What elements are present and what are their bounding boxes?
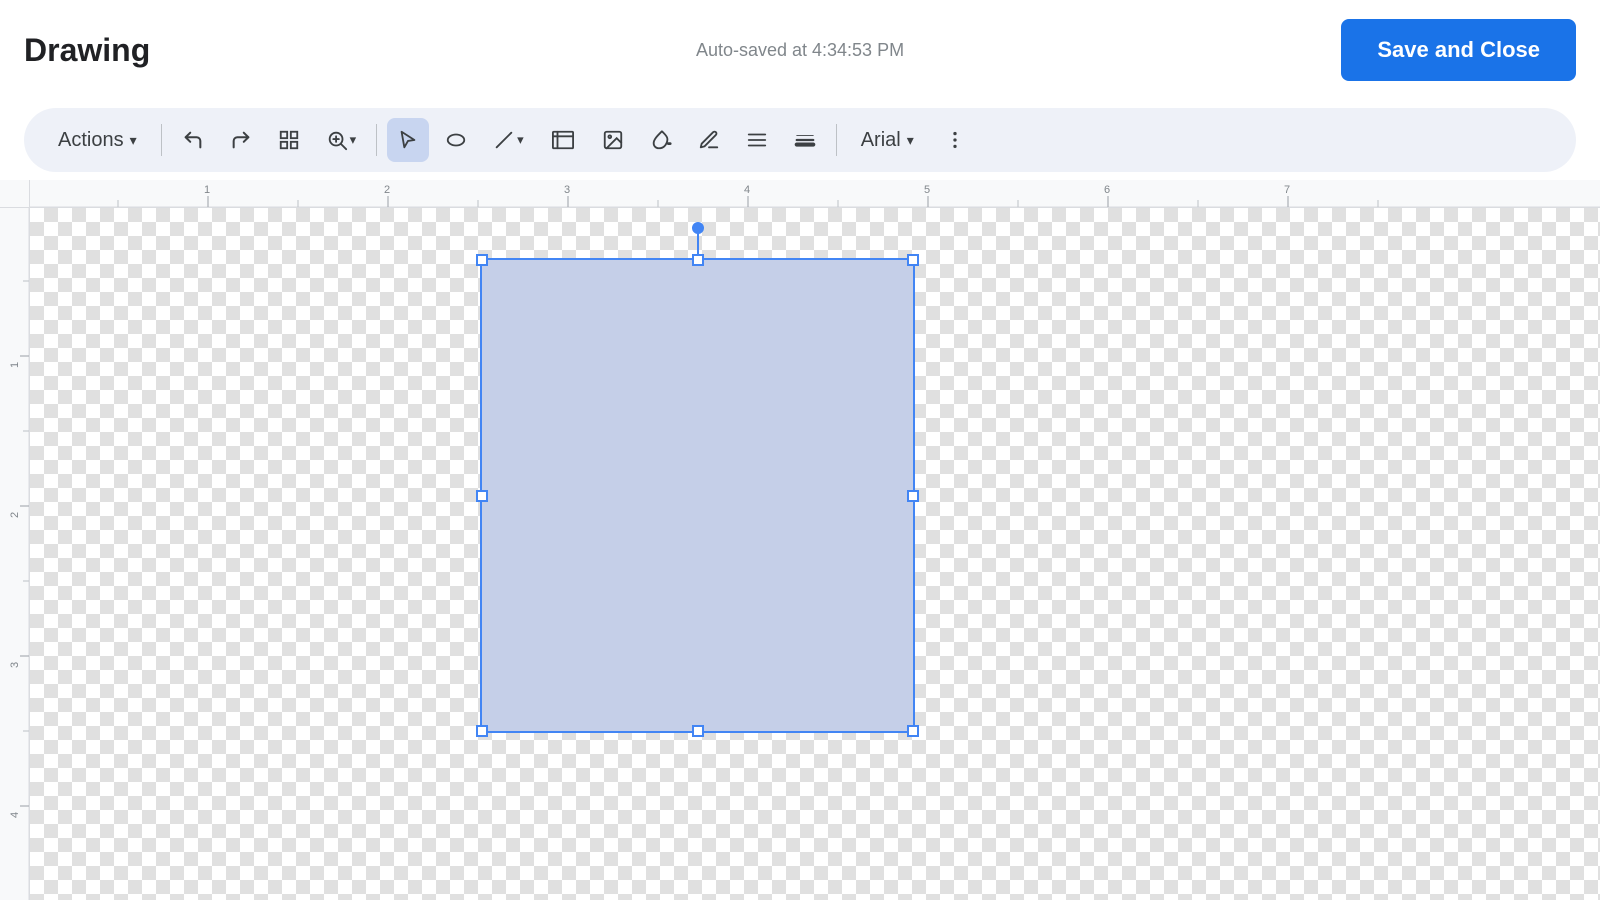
svg-text:2: 2 bbox=[384, 184, 390, 196]
svg-text:7: 7 bbox=[1284, 184, 1290, 196]
divider-1 bbox=[161, 124, 162, 156]
line-weight-button[interactable] bbox=[784, 118, 826, 162]
handle-bottom-right[interactable] bbox=[907, 725, 919, 737]
handle-top-middle[interactable] bbox=[692, 254, 704, 266]
format-icon bbox=[746, 129, 768, 151]
svg-text:3: 3 bbox=[564, 184, 570, 196]
undo-icon bbox=[182, 129, 204, 151]
app-title: Drawing bbox=[24, 32, 150, 69]
zoom-icon bbox=[326, 129, 348, 151]
drawing-canvas[interactable] bbox=[30, 208, 1600, 900]
shape-button[interactable] bbox=[435, 118, 477, 162]
zoom-dropdown-icon: ▾ bbox=[350, 132, 357, 148]
snap-button[interactable] bbox=[268, 118, 310, 162]
handle-bottom-middle[interactable] bbox=[692, 725, 704, 737]
line-icon bbox=[493, 129, 515, 151]
ruler-top-svg: 1 2 3 4 5 6 7 bbox=[30, 180, 1600, 207]
handle-top-right[interactable] bbox=[907, 254, 919, 266]
divider-2 bbox=[376, 124, 377, 156]
zoom-button[interactable]: ▾ bbox=[316, 118, 367, 162]
resize-button[interactable] bbox=[540, 118, 586, 162]
paint-icon bbox=[650, 129, 672, 151]
handle-bottom-left[interactable] bbox=[476, 725, 488, 737]
svg-text:6: 6 bbox=[1104, 184, 1110, 196]
svg-text:4: 4 bbox=[9, 812, 21, 818]
font-label: Arial bbox=[861, 129, 901, 152]
resize-icon bbox=[550, 129, 576, 151]
divider-3 bbox=[836, 124, 837, 156]
line-weight-icon bbox=[794, 129, 816, 151]
svg-text:5: 5 bbox=[924, 184, 930, 196]
line-button[interactable]: ▾ bbox=[483, 118, 534, 162]
pen-button[interactable] bbox=[688, 118, 730, 162]
svg-text:2: 2 bbox=[9, 512, 21, 518]
image-icon bbox=[602, 129, 624, 151]
more-icon bbox=[944, 129, 966, 151]
actions-label: Actions bbox=[58, 129, 124, 152]
font-selector[interactable]: Arial ▾ bbox=[847, 118, 928, 162]
ruler-corner bbox=[0, 180, 30, 208]
handle-top-left[interactable] bbox=[476, 254, 488, 266]
ruler-top: 1 2 3 4 5 6 7 bbox=[30, 180, 1600, 208]
svg-text:4: 4 bbox=[744, 184, 750, 196]
image-button[interactable] bbox=[592, 118, 634, 162]
save-close-button[interactable]: Save and Close bbox=[1341, 19, 1576, 81]
handle-middle-left[interactable] bbox=[476, 490, 488, 502]
select-button[interactable] bbox=[387, 118, 429, 162]
format-button[interactable] bbox=[736, 118, 778, 162]
svg-text:3: 3 bbox=[9, 662, 21, 668]
actions-button[interactable]: Actions ▾ bbox=[44, 118, 151, 162]
svg-text:1: 1 bbox=[9, 362, 21, 368]
font-dropdown-icon: ▾ bbox=[907, 132, 914, 149]
actions-dropdown-icon: ▾ bbox=[130, 132, 137, 149]
redo-button[interactable] bbox=[220, 118, 262, 162]
ruler-left: 1 2 3 4 bbox=[0, 208, 30, 900]
snap-icon bbox=[278, 129, 300, 151]
line-dropdown-icon: ▾ bbox=[517, 132, 524, 148]
redo-icon bbox=[230, 129, 252, 151]
ruler-left-svg: 1 2 3 4 bbox=[0, 208, 30, 900]
svg-text:1: 1 bbox=[204, 184, 210, 196]
paint-button[interactable] bbox=[640, 118, 682, 162]
pen-icon bbox=[698, 129, 720, 151]
toolbar: Actions ▾ ▾ bbox=[24, 108, 1576, 172]
header: Drawing Auto-saved at 4:34:53 PM Save an… bbox=[0, 0, 1600, 100]
autosave-status: Auto-saved at 4:34:53 PM bbox=[696, 40, 904, 61]
rotate-handle[interactable] bbox=[692, 222, 704, 234]
canvas-area[interactable]: 1 2 3 4 5 6 7 bbox=[0, 180, 1600, 900]
selected-shape[interactable] bbox=[480, 258, 915, 733]
undo-button[interactable] bbox=[172, 118, 214, 162]
more-options-button[interactable] bbox=[934, 118, 976, 162]
shape-icon bbox=[445, 129, 467, 151]
handle-middle-right[interactable] bbox=[907, 490, 919, 502]
select-icon bbox=[397, 129, 419, 151]
